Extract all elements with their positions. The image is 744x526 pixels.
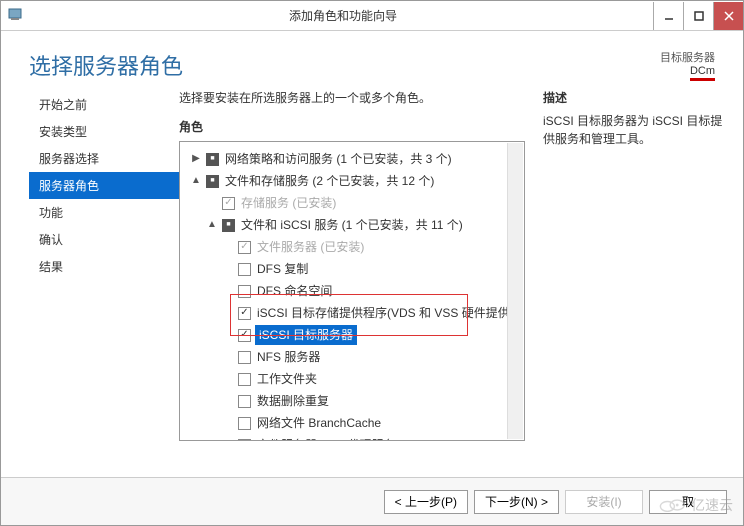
expander-icon[interactable]: ▶ [190, 149, 202, 169]
tree-row[interactable]: ▶iSCSI 目标存储提供程序(VDS 和 VSS 硬件提供 [184, 302, 520, 324]
maximize-button[interactable] [683, 2, 713, 30]
tree-row[interactable]: ▲ 文件和存储服务 (2 个已安装，共 12 个) [184, 170, 520, 192]
checkbox[interactable] [238, 417, 251, 430]
tree-row[interactable]: ▶DFS 命名空间 [184, 280, 520, 302]
header: 选择服务器角色 目标服务器 DCm [1, 31, 743, 89]
description-column: 描述 iSCSI 目标服务器为 iSCSI 目标提供服务和管理工具。 [543, 89, 723, 503]
window-controls [653, 2, 743, 30]
tree-row[interactable]: ▶数据删除重复 [184, 390, 520, 412]
tree-row-label[interactable]: DFS 命名空间 [255, 281, 334, 301]
tree-row-label[interactable]: 网络文件 BranchCache [255, 413, 383, 433]
nav-item-5[interactable]: 确认 [29, 226, 179, 253]
nav-sidebar: 开始之前安装类型服务器选择服务器角色功能确认结果 [29, 89, 179, 503]
tree-row[interactable]: ▲ 文件和 iSCSI 服务 (1 个已安装，共 11 个) [184, 214, 520, 236]
checkbox[interactable] [238, 241, 251, 254]
tree-row[interactable]: ▶工作文件夹 [184, 368, 520, 390]
checkbox[interactable] [238, 307, 251, 320]
tree-row[interactable]: ▶存储服务 (已安装) [184, 192, 520, 214]
checkbox[interactable] [238, 439, 251, 442]
wizard-window: 添加角色和功能向导 选择服务器角色 目标服务器 DCm 开始之前安装类型服务器选… [0, 0, 744, 526]
nav-item-2[interactable]: 服务器选择 [29, 145, 179, 172]
checkbox[interactable] [238, 285, 251, 298]
prev-button[interactable]: < 上一步(P) [384, 490, 468, 514]
tree-row-label[interactable]: iSCSI 目标服务器 [255, 325, 357, 345]
target-name: DCm [690, 65, 715, 81]
instruction-text: 选择要安装在所选服务器上的一个或多个角色。 [179, 89, 525, 106]
scrollbar[interactable] [507, 143, 523, 439]
minimize-button[interactable] [653, 2, 683, 30]
tree-row[interactable]: ▶DFS 复制 [184, 258, 520, 280]
checkbox[interactable] [238, 263, 251, 276]
main-panel: 选择要安装在所选服务器上的一个或多个角色。 角色 ▶ 网络策略和访问服务 (1 个… [179, 89, 723, 503]
checkbox[interactable] [238, 373, 251, 386]
tree-row-label[interactable]: 工作文件夹 [255, 369, 319, 389]
checkbox[interactable] [206, 153, 219, 166]
close-button[interactable] [713, 2, 743, 30]
checkbox[interactable] [238, 351, 251, 364]
checkbox[interactable] [206, 175, 219, 188]
tree-row-label[interactable]: NFS 服务器 [255, 347, 322, 367]
nav-item-4[interactable]: 功能 [29, 199, 179, 226]
titlebar: 添加角色和功能向导 [1, 1, 743, 31]
description-text: iSCSI 目标服务器为 iSCSI 目标提供服务和管理工具。 [543, 112, 723, 148]
next-button[interactable]: 下一步(N) > [474, 490, 559, 514]
tree-row-label[interactable]: 存储服务 (已安装) [239, 193, 338, 213]
checkbox[interactable] [222, 219, 235, 232]
expander-icon[interactable]: ▲ [190, 171, 202, 191]
nav-item-3[interactable]: 服务器角色 [29, 172, 179, 199]
cancel-button[interactable]: 取 [649, 490, 727, 514]
roles-label: 角色 [179, 118, 525, 135]
tree-row-label[interactable]: 文件服务器 VSS 代理服务 [255, 435, 398, 441]
titlebar-text: 添加角色和功能向导 [33, 7, 653, 24]
expander-icon[interactable]: ▲ [206, 215, 218, 235]
tree-row[interactable]: ▶iSCSI 目标服务器 [184, 324, 520, 346]
roles-tree[interactable]: ▶ 网络策略和访问服务 (1 个已安装，共 3 个) ▲ 文件和存储服务 (2 个已安… [179, 141, 525, 441]
page-title: 选择服务器角色 [29, 49, 183, 81]
checkbox[interactable] [238, 329, 251, 342]
tree-row-label[interactable]: DFS 复制 [255, 259, 310, 279]
tree-row-label[interactable]: 文件服务器 (已安装) [255, 237, 366, 257]
tree-row-label[interactable]: 文件和 iSCSI 服务 (1 个已安装，共 11 个) [239, 215, 465, 235]
checkbox[interactable] [222, 197, 235, 210]
tree-row[interactable]: ▶NFS 服务器 [184, 346, 520, 368]
body: 开始之前安装类型服务器选择服务器角色功能确认结果 选择要安装在所选服务器上的一个… [1, 89, 743, 503]
nav-item-6[interactable]: 结果 [29, 253, 179, 280]
install-button: 安装(I) [565, 490, 643, 514]
roles-column: 选择要安装在所选服务器上的一个或多个角色。 角色 ▶ 网络策略和访问服务 (1 个… [179, 89, 525, 503]
tree-row-label[interactable]: 文件和存储服务 (2 个已安装，共 12 个) [223, 171, 436, 191]
tree-row-label[interactable]: 网络策略和访问服务 (1 个已安装，共 3 个) [223, 149, 454, 169]
description-label: 描述 [543, 89, 723, 106]
target-server-box: 目标服务器 DCm [660, 49, 715, 77]
footer: < 上一步(P) 下一步(N) > 安装(I) 取 [1, 477, 743, 525]
checkbox[interactable] [238, 395, 251, 408]
tree-row[interactable]: ▶文件服务器 VSS 代理服务 [184, 434, 520, 441]
nav-item-1[interactable]: 安装类型 [29, 118, 179, 145]
app-icon [7, 6, 27, 26]
tree-row[interactable]: ▶ 网络策略和访问服务 (1 个已安装，共 3 个) [184, 148, 520, 170]
tree-row[interactable]: ▶文件服务器 (已安装) [184, 236, 520, 258]
target-label: 目标服务器 [660, 49, 715, 65]
tree-row-label[interactable]: iSCSI 目标存储提供程序(VDS 和 VSS 硬件提供 [255, 303, 512, 323]
tree-row-label[interactable]: 数据删除重复 [255, 391, 331, 411]
tree-row[interactable]: ▶网络文件 BranchCache [184, 412, 520, 434]
nav-item-0[interactable]: 开始之前 [29, 91, 179, 118]
